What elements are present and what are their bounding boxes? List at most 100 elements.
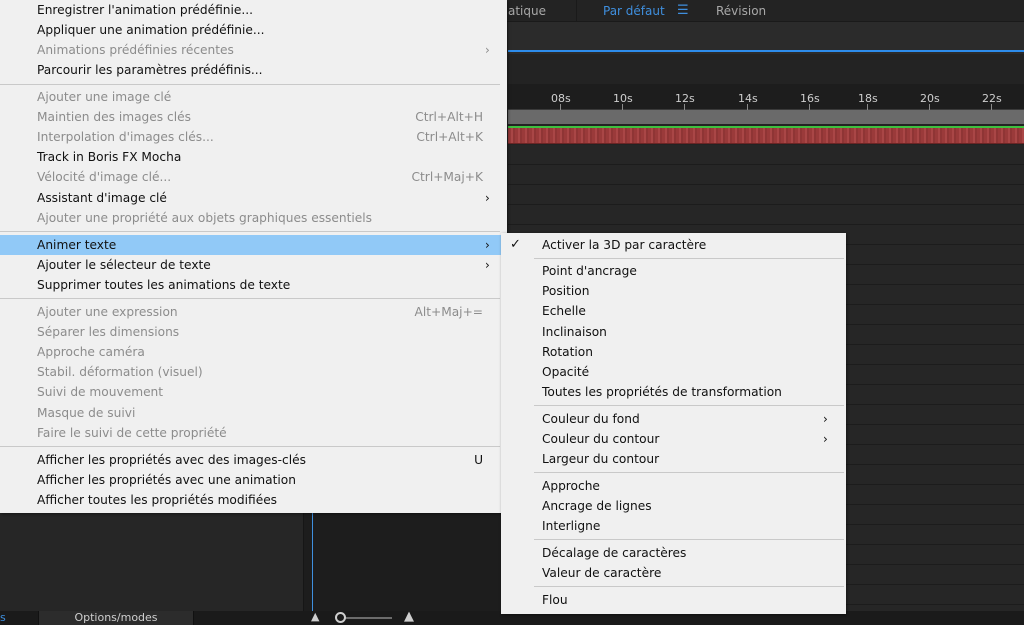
submenu-item-character-value[interactable]: Valeur de caractère <box>501 563 846 583</box>
menu-item-hold-keyframes[interactable]: Maintien des images clés Ctrl+Alt+H <box>0 107 507 127</box>
context-menu: Enregistrer l'animation prédéfinie... Ap… <box>0 0 507 513</box>
layer-panel <box>0 513 304 611</box>
menu-item-label: Parcourir les paramètres prédéfinis... <box>37 63 263 77</box>
submenu-item-scale[interactable]: Echelle <box>501 301 846 321</box>
submenu-item-line-anchor[interactable]: Ancrage de lignes <box>501 496 846 516</box>
menu-separator <box>534 258 844 259</box>
chevron-right-icon: › <box>485 191 490 205</box>
submenu-item-position[interactable]: Position <box>501 281 846 301</box>
menu-item-label: Track in Boris FX Mocha <box>37 150 182 164</box>
menu-item-camera-approach[interactable]: Approche caméra <box>0 342 507 362</box>
menu-item-label: Supprimer toutes les animations de texte <box>37 278 291 292</box>
menu-item-track-mask[interactable]: Masque de suivi <box>0 403 507 423</box>
menu-item-shortcut: Ctrl+Alt+H <box>415 110 483 124</box>
menu-item-add-essential-property[interactable]: Ajouter une propriété aux objets graphiq… <box>0 208 507 228</box>
menu-item-separate-dimensions[interactable]: Séparer les dimensions <box>0 322 507 342</box>
menu-item-apply-preset[interactable]: Appliquer une animation prédéfinie... <box>0 20 507 40</box>
menu-separator <box>534 405 844 406</box>
workspace-tab-partial[interactable]: atique <box>508 4 546 18</box>
menu-item-label: Séparer les dimensions <box>37 325 180 339</box>
menu-separator <box>0 231 500 232</box>
workspace-tab-default[interactable]: Par défaut <box>603 4 665 18</box>
submenu-item-label: Flou <box>542 593 568 607</box>
submenu-item-label: Echelle <box>542 304 586 318</box>
chevron-right-icon: › <box>823 412 828 426</box>
submenu-item-line-spacing[interactable]: Interligne <box>501 516 846 536</box>
menu-separator <box>534 539 844 540</box>
menu-item-label: Ajouter le sélecteur de texte <box>37 258 211 272</box>
panel-active-indicator <box>508 50 1024 52</box>
menu-item-show-animated-properties[interactable]: Afficher les propriétés avec une animati… <box>0 470 507 490</box>
menu-item-recent-presets[interactable]: Animations prédéfinies récentes › <box>0 40 507 60</box>
menu-item-label: Ajouter une expression <box>37 305 178 319</box>
panel-toolbar <box>508 54 1024 84</box>
submenu-item-label: Point d'ancrage <box>542 264 637 278</box>
submenu-item-label: Ancrage de lignes <box>542 499 652 513</box>
menu-item-label: Afficher toutes les propriétés modifiées <box>37 493 278 507</box>
submenu-item-label: Position <box>542 284 590 298</box>
menu-item-track-property[interactable]: Faire le suivi de cette propriété <box>0 423 507 443</box>
menu-item-browse-presets[interactable]: Parcourir les paramètres prédéfinis... <box>0 60 507 80</box>
menu-item-label: Interpolation d'images clés... <box>37 130 214 144</box>
menu-item-track-mocha[interactable]: Track in Boris FX Mocha <box>0 147 507 167</box>
workspace-tab-revision[interactable]: Révision <box>716 4 766 18</box>
submenu-item-all-transform[interactable]: Toutes les propriétés de transformation <box>501 382 846 402</box>
submenu-item-skew[interactable]: Inclinaison <box>501 322 846 342</box>
menu-item-warp-stabilizer[interactable]: Stabil. déformation (visuel) <box>0 362 507 382</box>
submenu-item-label: Décalage de caractères <box>542 546 687 560</box>
animate-text-submenu: ✓ Activer la 3D par caractère Point d'an… <box>501 233 846 614</box>
submenu-item-label: Valeur de caractère <box>542 566 662 580</box>
menu-item-keyframe-interpolation[interactable]: Interpolation d'images clés... Ctrl+Alt+… <box>0 127 507 147</box>
mountain-small-icon[interactable]: ▲ <box>311 610 319 623</box>
menu-item-label: Stabil. déformation (visuel) <box>37 365 203 379</box>
submenu-item-label: Inclinaison <box>542 325 607 339</box>
mountain-large-icon[interactable]: ▲ <box>404 609 414 624</box>
menu-item-save-preset[interactable]: Enregistrer l'animation prédéfinie... <box>0 0 507 20</box>
menu-item-motion-tracking[interactable]: Suivi de mouvement <box>0 382 507 402</box>
options-modes-button[interactable]: Options/modes <box>38 611 194 625</box>
submenu-item-stroke-width[interactable]: Largeur du contour <box>501 449 846 469</box>
menu-item-animate-text[interactable]: Animer texte › <box>0 235 507 255</box>
menu-item-label: Maintien des images clés <box>37 110 191 124</box>
playhead[interactable] <box>312 513 313 611</box>
zoom-slider-knob[interactable] <box>335 612 346 623</box>
timeline-lower <box>304 513 504 611</box>
hamburger-menu-icon[interactable]: ☰ <box>677 3 689 18</box>
submenu-item-rotation[interactable]: Rotation <box>501 342 846 362</box>
submenu-item-label: Largeur du contour <box>542 452 660 466</box>
submenu-item-label: Rotation <box>542 345 593 359</box>
layer-duration-bar[interactable] <box>508 128 1024 144</box>
menu-separator <box>0 84 500 85</box>
menu-item-shortcut: Alt+Maj+= <box>414 305 483 319</box>
menu-item-label: Animations prédéfinies récentes <box>37 43 234 57</box>
menu-item-show-keyframed-properties[interactable]: Afficher les propriétés avec des images-… <box>0 450 507 470</box>
menu-item-show-modified-properties[interactable]: Afficher toutes les propriétés modifiées <box>0 490 507 510</box>
submenu-item-tracking[interactable]: Approche <box>501 476 846 496</box>
submenu-item-blur[interactable]: Flou <box>501 590 846 610</box>
menu-item-label: Appliquer une animation prédéfinie... <box>37 23 265 37</box>
menu-separator <box>534 472 844 473</box>
submenu-item-fill-color[interactable]: Couleur du fond › <box>501 409 846 429</box>
menu-item-add-keyframe[interactable]: Ajouter une image clé <box>0 87 507 107</box>
menu-item-add-text-selector[interactable]: Ajouter le sélecteur de texte › <box>0 255 507 275</box>
menu-separator <box>0 298 500 299</box>
submenu-item-opacity[interactable]: Opacité <box>501 362 846 382</box>
menu-item-label: Ajouter une image clé <box>37 90 172 104</box>
chevron-right-icon: › <box>485 238 490 252</box>
chevron-right-icon: › <box>485 43 490 57</box>
check-icon: ✓ <box>510 237 521 252</box>
menu-item-keyframe-assistant[interactable]: Assistant d'image clé › <box>0 188 507 208</box>
submenu-item-label: Activer la 3D par caractère <box>542 238 707 252</box>
menu-item-add-expression[interactable]: Ajouter une expression Alt+Maj+= <box>0 302 507 322</box>
work-area-bar[interactable] <box>508 110 1024 124</box>
submenu-item-stroke-color[interactable]: Couleur du contour › <box>501 429 846 449</box>
submenu-item-per-character-3d[interactable]: ✓ Activer la 3D par caractère <box>501 235 846 255</box>
submenu-item-anchor-point[interactable]: Point d'ancrage <box>501 261 846 281</box>
menu-item-label: Afficher les propriétés avec des images-… <box>37 453 306 467</box>
timeline-ruler[interactable]: 08s 10s 12s 14s 16s 18s 20s 22s <box>508 84 1024 110</box>
submenu-item-label: Couleur du contour <box>542 432 660 446</box>
menu-item-remove-text-animators[interactable]: Supprimer toutes les animations de texte <box>0 275 507 295</box>
menu-item-label: Vélocité d'image clé... <box>37 170 172 184</box>
menu-item-keyframe-velocity[interactable]: Vélocité d'image clé... Ctrl+Maj+K <box>0 167 507 187</box>
submenu-item-character-offset[interactable]: Décalage de caractères <box>501 543 846 563</box>
